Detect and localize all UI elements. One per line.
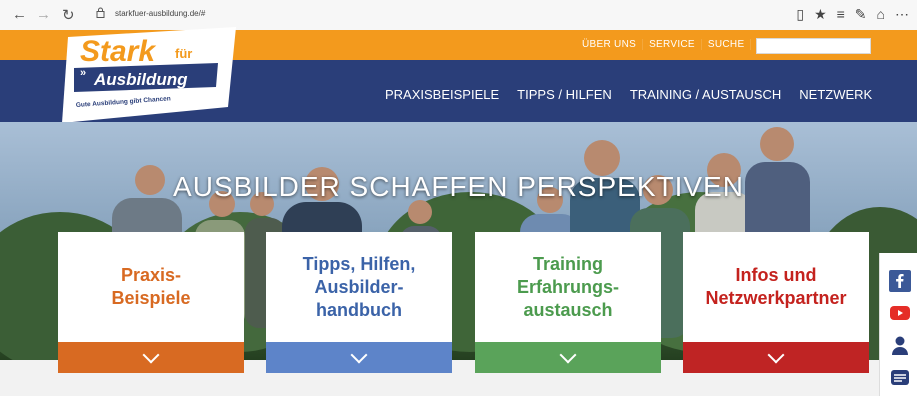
card-expand-bar[interactable]: [58, 342, 244, 373]
favorite-star-icon[interactable]: ★: [814, 6, 827, 23]
forward-icon[interactable]: →: [36, 6, 51, 23]
utility-link-ueber-uns[interactable]: ÜBER UNS: [576, 39, 644, 50]
nav-praxisbeispiele[interactable]: PRAXISBEISPIELE: [385, 87, 499, 102]
card-expand-bar[interactable]: [475, 342, 661, 373]
logo-stark: Stark: [80, 35, 156, 68]
chevron-down-icon: [559, 346, 577, 363]
note-icon[interactable]: ✎: [855, 6, 867, 23]
more-icon[interactable]: ⋯: [895, 6, 909, 23]
chevron-down-icon: [142, 346, 160, 363]
lock-icon: [96, 7, 105, 18]
user-icon[interactable]: [889, 334, 911, 356]
card-title: Tipps, Hilfen, Ausbilder- handbuch: [302, 253, 416, 320]
card-praxisbeispiele[interactable]: Praxis- Beispiele: [58, 232, 244, 373]
card-training[interactable]: Training Erfahrungs- austausch: [475, 232, 661, 373]
utility-link-service[interactable]: SERVICE: [643, 39, 702, 50]
hero-title: AUSBILDER SCHAFFEN PERSPEKTIVEN: [173, 171, 744, 202]
logo-fuer: für: [175, 46, 192, 61]
card-expand-bar[interactable]: [683, 342, 869, 373]
nav-netzwerk[interactable]: NETZWERK: [799, 87, 872, 102]
search-input[interactable]: [756, 38, 871, 54]
card-title: Infos und Netzwerkpartner: [705, 265, 847, 308]
card-tipps-hilfen[interactable]: Tipps, Hilfen, Ausbilder- handbuch: [266, 232, 452, 373]
card-infos-netzwerk[interactable]: Infos und Netzwerkpartner: [683, 232, 869, 373]
refresh-icon[interactable]: ↻: [62, 6, 75, 24]
card-title: Training Erfahrungs- austausch: [516, 253, 619, 320]
site-logo[interactable]: Stark für » Ausbildung Gute Ausbildung g…: [58, 23, 240, 127]
card-title: Praxis- Beispiele: [111, 265, 191, 308]
address-bar[interactable]: starkfuer-ausbildung.de/#: [115, 9, 205, 18]
svg-text:»: »: [80, 67, 86, 79]
chevron-down-icon: [767, 346, 785, 363]
nav-tipps-hilfen[interactable]: TIPPS / HILFEN: [517, 87, 612, 102]
mail-icon[interactable]: [889, 366, 911, 388]
youtube-icon[interactable]: [889, 302, 911, 324]
chevron-down-icon: [350, 346, 368, 363]
nav-training-austausch[interactable]: TRAINING / AUSTAUSCH: [630, 87, 781, 102]
back-icon[interactable]: ←: [12, 6, 27, 23]
logo-ausbildung: Ausbildung: [93, 70, 188, 89]
facebook-icon[interactable]: [889, 270, 911, 292]
share-icon[interactable]: ⌂: [877, 6, 885, 23]
utility-link-suche[interactable]: SUCHE: [702, 39, 752, 50]
reading-view-icon[interactable]: ▯: [796, 6, 804, 23]
card-expand-bar[interactable]: [266, 342, 452, 373]
social-sidebar: [879, 253, 917, 396]
hub-icon[interactable]: ≡: [837, 6, 845, 23]
